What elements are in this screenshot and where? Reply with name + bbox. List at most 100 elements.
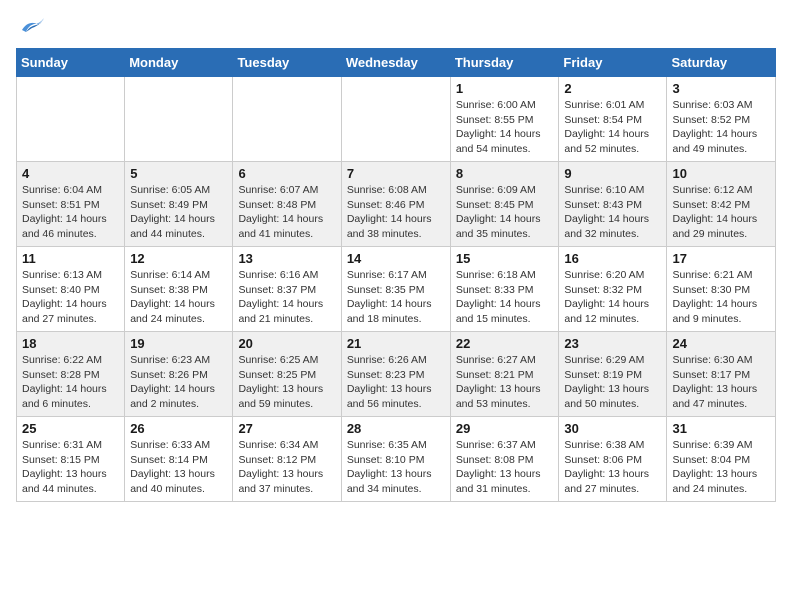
day-number: 6 <box>238 166 335 181</box>
day-info: Sunrise: 6:34 AM Sunset: 8:12 PM Dayligh… <box>238 438 335 497</box>
day-number: 20 <box>238 336 335 351</box>
day-info: Sunrise: 6:18 AM Sunset: 8:33 PM Dayligh… <box>456 268 554 327</box>
calendar-cell: 11 Sunrise: 6:13 AM Sunset: 8:40 PM Dayli… <box>17 247 125 332</box>
day-number: 26 <box>130 421 227 436</box>
calendar-cell <box>341 77 450 162</box>
calendar-cell <box>125 77 233 162</box>
day-info: Sunrise: 6:39 AM Sunset: 8:04 PM Dayligh… <box>672 438 770 497</box>
day-info: Sunrise: 6:09 AM Sunset: 8:45 PM Dayligh… <box>456 183 554 242</box>
day-number: 5 <box>130 166 227 181</box>
calendar-cell <box>233 77 341 162</box>
calendar-cell: 30 Sunrise: 6:38 AM Sunset: 8:06 PM Dayli… <box>559 417 667 502</box>
day-info: Sunrise: 6:33 AM Sunset: 8:14 PM Dayligh… <box>130 438 227 497</box>
day-info: Sunrise: 6:37 AM Sunset: 8:08 PM Dayligh… <box>456 438 554 497</box>
day-number: 25 <box>22 421 119 436</box>
calendar-cell: 15 Sunrise: 6:18 AM Sunset: 8:33 PM Dayli… <box>450 247 559 332</box>
calendar-cell: 8 Sunrise: 6:09 AM Sunset: 8:45 PM Daylig… <box>450 162 559 247</box>
day-info: Sunrise: 6:01 AM Sunset: 8:54 PM Dayligh… <box>564 98 661 157</box>
calendar-cell: 23 Sunrise: 6:29 AM Sunset: 8:19 PM Dayli… <box>559 332 667 417</box>
weekday-header-row: SundayMondayTuesdayWednesdayThursdayFrid… <box>17 49 776 77</box>
day-number: 10 <box>672 166 770 181</box>
calendar-cell: 28 Sunrise: 6:35 AM Sunset: 8:10 PM Dayli… <box>341 417 450 502</box>
day-number: 9 <box>564 166 661 181</box>
day-info: Sunrise: 6:31 AM Sunset: 8:15 PM Dayligh… <box>22 438 119 497</box>
calendar-cell: 13Sunrise: 6:16 AM Sunset: 8:37 PM Dayli… <box>233 247 341 332</box>
day-info: Sunrise: 6:13 AM Sunset: 8:40 PM Dayligh… <box>22 268 119 327</box>
day-number: 22 <box>456 336 554 351</box>
day-info: Sunrise: 6:03 AM Sunset: 8:52 PM Dayligh… <box>672 98 770 157</box>
day-number: 21 <box>347 336 445 351</box>
day-info: Sunrise: 6:12 AM Sunset: 8:42 PM Dayligh… <box>672 183 770 242</box>
calendar-cell: 22 Sunrise: 6:27 AM Sunset: 8:21 PM Dayli… <box>450 332 559 417</box>
day-info: Sunrise: 6:35 AM Sunset: 8:10 PM Dayligh… <box>347 438 445 497</box>
day-number: 19 <box>130 336 227 351</box>
day-number: 4 <box>22 166 119 181</box>
day-info: Sunrise: 6:30 AM Sunset: 8:17 PM Dayligh… <box>672 353 770 412</box>
weekday-header-tuesday: Tuesday <box>233 49 341 77</box>
day-number: 15 <box>456 251 554 266</box>
day-number: 31 <box>672 421 770 436</box>
weekday-header-monday: Monday <box>125 49 233 77</box>
weekday-header-friday: Friday <box>559 49 667 77</box>
day-info: Sunrise: 6:05 AM Sunset: 8:49 PM Dayligh… <box>130 183 227 242</box>
day-info: Sunrise: 6:08 AM Sunset: 8:46 PM Dayligh… <box>347 183 445 242</box>
day-info: Sunrise: 6:23 AM Sunset: 8:26 PM Dayligh… <box>130 353 227 412</box>
calendar-cell: 12Sunrise: 6:14 AM Sunset: 8:38 PM Dayli… <box>125 247 233 332</box>
day-number: 27 <box>238 421 335 436</box>
day-number: 11 <box>22 251 119 266</box>
calendar-cell: 6 Sunrise: 6:07 AM Sunset: 8:48 PM Daylig… <box>233 162 341 247</box>
day-number: 29 <box>456 421 554 436</box>
calendar-cell: 4 Sunrise: 6:04 AM Sunset: 8:51 PM Daylig… <box>17 162 125 247</box>
calendar-table: SundayMondayTuesdayWednesdayThursdayFrid… <box>16 48 776 502</box>
logo-bird-icon <box>18 16 46 36</box>
calendar-cell: 31 Sunrise: 6:39 AM Sunset: 8:04 PM Dayli… <box>667 417 776 502</box>
day-info: Sunrise: 6:04 AM Sunset: 8:51 PM Dayligh… <box>22 183 119 242</box>
weekday-header-sunday: Sunday <box>17 49 125 77</box>
calendar-cell: 10 Sunrise: 6:12 AM Sunset: 8:42 PM Dayli… <box>667 162 776 247</box>
day-info: Sunrise: 6:27 AM Sunset: 8:21 PM Dayligh… <box>456 353 554 412</box>
calendar-cell: 7 Sunrise: 6:08 AM Sunset: 8:46 PM Daylig… <box>341 162 450 247</box>
day-number: 24 <box>672 336 770 351</box>
day-number: 16 <box>564 251 661 266</box>
day-info: Sunrise: 6:14 AM Sunset: 8:38 PM Dayligh… <box>130 268 227 327</box>
weekday-header-saturday: Saturday <box>667 49 776 77</box>
day-info: Sunrise: 6:29 AM Sunset: 8:19 PM Dayligh… <box>564 353 661 412</box>
day-info: Sunrise: 6:25 AM Sunset: 8:25 PM Dayligh… <box>238 353 335 412</box>
day-number: 23 <box>564 336 661 351</box>
calendar-cell: 27 Sunrise: 6:34 AM Sunset: 8:12 PM Dayli… <box>233 417 341 502</box>
day-info: Sunrise: 6:26 AM Sunset: 8:23 PM Dayligh… <box>347 353 445 412</box>
day-number: 28 <box>347 421 445 436</box>
day-number: 1 <box>456 81 554 96</box>
day-number: 2 <box>564 81 661 96</box>
calendar-cell: 29 Sunrise: 6:37 AM Sunset: 8:08 PM Dayli… <box>450 417 559 502</box>
calendar-cell: 26 Sunrise: 6:33 AM Sunset: 8:14 PM Dayli… <box>125 417 233 502</box>
day-info: Sunrise: 6:10 AM Sunset: 8:43 PM Dayligh… <box>564 183 661 242</box>
day-number: 17 <box>672 251 770 266</box>
weekday-header-thursday: Thursday <box>450 49 559 77</box>
calendar-cell: 16Sunrise: 6:20 AM Sunset: 8:32 PM Dayli… <box>559 247 667 332</box>
logo <box>16 16 46 36</box>
calendar-cell: 21 Sunrise: 6:26 AM Sunset: 8:23 PM Dayli… <box>341 332 450 417</box>
page-header <box>16 16 776 36</box>
calendar-cell: 19 Sunrise: 6:23 AM Sunset: 8:26 PM Dayli… <box>125 332 233 417</box>
calendar-week-row: 1Sunrise: 6:00 AM Sunset: 8:55 PM Daylig… <box>17 77 776 162</box>
day-info: Sunrise: 6:38 AM Sunset: 8:06 PM Dayligh… <box>564 438 661 497</box>
calendar-cell <box>17 77 125 162</box>
calendar-week-row: 4 Sunrise: 6:04 AM Sunset: 8:51 PM Daylig… <box>17 162 776 247</box>
calendar-cell: 18Sunrise: 6:22 AM Sunset: 8:28 PM Dayli… <box>17 332 125 417</box>
day-number: 18 <box>22 336 119 351</box>
day-number: 8 <box>456 166 554 181</box>
calendar-cell: 9 Sunrise: 6:10 AM Sunset: 8:43 PM Daylig… <box>559 162 667 247</box>
calendar-cell: 25 Sunrise: 6:31 AM Sunset: 8:15 PM Dayli… <box>17 417 125 502</box>
calendar-cell: 2 Sunrise: 6:01 AM Sunset: 8:54 PM Daylig… <box>559 77 667 162</box>
calendar-week-row: 11 Sunrise: 6:13 AM Sunset: 8:40 PM Dayli… <box>17 247 776 332</box>
day-number: 30 <box>564 421 661 436</box>
calendar-week-row: 25 Sunrise: 6:31 AM Sunset: 8:15 PM Dayli… <box>17 417 776 502</box>
day-info: Sunrise: 6:21 AM Sunset: 8:30 PM Dayligh… <box>672 268 770 327</box>
day-number: 14 <box>347 251 445 266</box>
day-number: 7 <box>347 166 445 181</box>
calendar-cell: 3Sunrise: 6:03 AM Sunset: 8:52 PM Daylig… <box>667 77 776 162</box>
day-info: Sunrise: 6:07 AM Sunset: 8:48 PM Dayligh… <box>238 183 335 242</box>
calendar-week-row: 18Sunrise: 6:22 AM Sunset: 8:28 PM Dayli… <box>17 332 776 417</box>
calendar-cell: 20 Sunrise: 6:25 AM Sunset: 8:25 PM Dayli… <box>233 332 341 417</box>
